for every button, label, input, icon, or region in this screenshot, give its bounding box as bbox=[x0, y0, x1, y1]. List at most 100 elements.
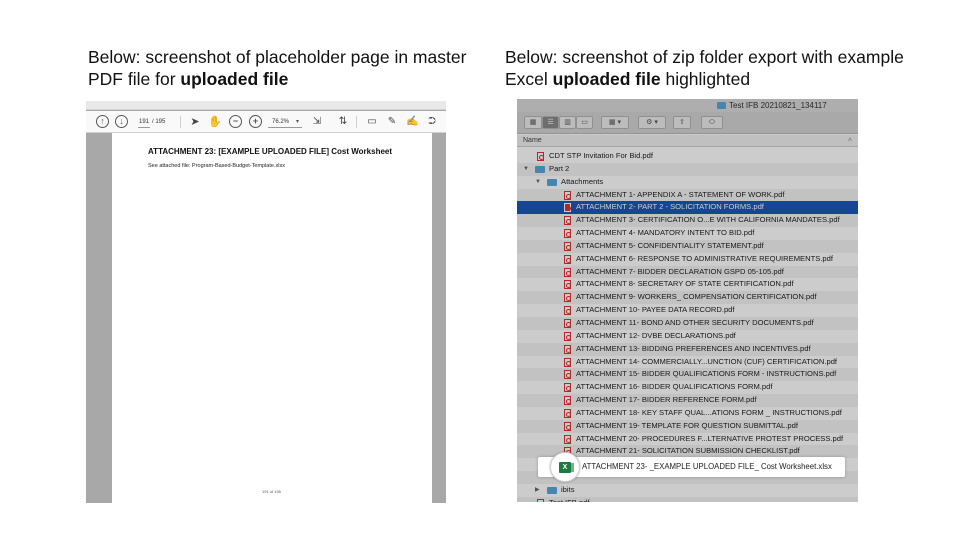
gear-icon[interactable]: ⚙ ▾ bbox=[638, 116, 666, 129]
row-label: ibits bbox=[561, 484, 575, 494]
pdf-file-icon bbox=[564, 293, 571, 303]
disclosure-expanded-icon[interactable]: ▼ bbox=[523, 163, 529, 176]
zoom-in-icon[interactable]: + bbox=[249, 115, 262, 128]
file-row[interactable]: ATTACHMENT 6- RESPONSE TO ADMINISTRATIVE… bbox=[517, 253, 858, 266]
row-label: ATTACHMENT 6- RESPONSE TO ADMINISTRATIVE… bbox=[576, 253, 833, 263]
file-row[interactable]: Test IFB.pdf bbox=[517, 496, 858, 502]
scroll-mode-icon[interactable]: ⇅ bbox=[336, 115, 350, 129]
chevron-up-icon: ˄ bbox=[847, 137, 852, 144]
group-button[interactable]: ▦ ▾ bbox=[601, 116, 629, 129]
pdf-file-icon bbox=[564, 396, 571, 406]
pdf-file-icon bbox=[564, 434, 571, 444]
pdf-file-icon bbox=[564, 408, 571, 418]
column-view-button[interactable]: ▥ bbox=[559, 116, 576, 129]
page-up-icon[interactable]: ↑ bbox=[96, 115, 109, 128]
row-label: ATTACHMENT 7- BIDDER DECLARATION GSPD 05… bbox=[576, 266, 784, 276]
comment-icon[interactable]: ▭ bbox=[366, 115, 378, 129]
toolbar-divider bbox=[356, 116, 357, 128]
page-number-input[interactable]: 191 bbox=[138, 117, 150, 128]
left-caption: Below: screenshot of placeholder page in… bbox=[88, 46, 468, 90]
hand-tool-icon[interactable]: ✋ bbox=[208, 115, 222, 129]
row-label: ATTACHMENT 13- BIDDING PREFERENCES AND I… bbox=[576, 343, 811, 353]
tag-icon[interactable]: ⬭ bbox=[701, 116, 723, 129]
pdf-page-footer: 191 of 195 bbox=[262, 489, 281, 494]
file-row[interactable]: ATTACHMENT 10- PAYEE DATA RECORD.pdf bbox=[517, 304, 858, 317]
highlighted-file-row[interactable]: ATTACHMENT 23- _EXAMPLE UPLOADED FILE_ C… bbox=[538, 457, 845, 477]
right-caption-bold: uploaded file bbox=[552, 69, 661, 89]
pdf-viewer: ↑ ↓ 191 / 195 ➤ ✋ − + 76.2% ▾ ⇲ ⇅ ▭ ✎ ✍ … bbox=[86, 101, 446, 503]
pdf-toolbar: ↑ ↓ 191 / 195 ➤ ✋ − + 76.2% ▾ ⇲ ⇅ ▭ ✎ ✍ … bbox=[86, 111, 446, 133]
pdf-file-icon bbox=[564, 318, 571, 328]
list-view-button[interactable]: ☰ bbox=[542, 116, 559, 129]
row-label: ATTACHMENT 5- CONFIDENTIALITY STATEMENT.… bbox=[576, 240, 764, 250]
file-row[interactable]: ATTACHMENT 18- KEY STAFF QUAL...ATIONS F… bbox=[517, 407, 858, 420]
file-row[interactable]: ATTACHMENT 12- DVBE DECLARATIONS.pdf bbox=[517, 330, 858, 343]
pdf-file-icon bbox=[564, 267, 571, 277]
page-down-icon[interactable]: ↓ bbox=[115, 115, 128, 128]
highlighted-file-label: ATTACHMENT 23- _EXAMPLE UPLOADED FILE_ C… bbox=[582, 462, 832, 471]
disclosure-expanded-icon[interactable]: ▼ bbox=[535, 176, 541, 189]
folder-icon bbox=[547, 486, 557, 494]
file-row[interactable]: ATTACHMENT 3- CERTIFICATION O...E WITH C… bbox=[517, 214, 858, 228]
file-row[interactable]: ATTACHMENT 5- CONFIDENTIALITY STATEMENT.… bbox=[517, 239, 858, 253]
folder-icon bbox=[535, 165, 545, 173]
row-label: ATTACHMENT 14- COMMERCIALLY...UNCTION (C… bbox=[576, 356, 838, 366]
pdf-file-icon bbox=[564, 344, 571, 354]
file-row[interactable]: ATTACHMENT 8- SECRETARY OF STATE CERTIFI… bbox=[517, 278, 858, 291]
zoom-out-icon[interactable]: − bbox=[229, 115, 242, 128]
folder-row[interactable]: ▼ Part 2 bbox=[517, 162, 858, 176]
folder-row[interactable]: ▼ Attachments bbox=[517, 176, 858, 189]
pdf-file-icon bbox=[537, 152, 544, 161]
disclosure-collapsed-icon[interactable]: ▶ bbox=[535, 484, 540, 497]
finder-title: Test IFB 20210821_134117 bbox=[729, 101, 827, 110]
row-label: ATTACHMENT 19- TEMPLATE FOR QUESTION SUB… bbox=[576, 420, 798, 430]
file-row[interactable]: ATTACHMENT 20- PROCEDURES F...LTERNATIVE… bbox=[517, 433, 858, 446]
row-label: ATTACHMENT 15- BIDDER QUALIFICATIONS FOR… bbox=[576, 369, 837, 379]
pdf-file-icon bbox=[564, 331, 571, 341]
folder-row[interactable]: ▶ ibits bbox=[517, 484, 858, 497]
folder-icon bbox=[717, 102, 726, 109]
pdf-page-body: See attached file: Program-Based-Budget-… bbox=[148, 163, 285, 169]
gallery-view-button[interactable]: ▭ bbox=[576, 116, 593, 129]
pdf-file-icon bbox=[564, 306, 571, 316]
pdf-file-icon bbox=[564, 190, 571, 200]
file-row[interactable]: ATTACHMENT 4- MANDATORY INTENT TO BID.pd… bbox=[517, 227, 858, 240]
file-row[interactable]: ATTACHMENT 11- BOND AND OTHER SECURITY D… bbox=[517, 316, 858, 330]
file-row[interactable]: ATTACHMENT 13- BIDDING PREFERENCES AND I… bbox=[517, 342, 858, 356]
column-header-name: Name bbox=[523, 137, 542, 144]
file-row[interactable]: ATTACHMENT 2- PART 2 - SOLICITATION FORM… bbox=[517, 201, 858, 215]
file-row[interactable]: CDT STP Invitation For Bid.pdf bbox=[517, 150, 858, 163]
right-caption: Below: screenshot of zip folder export w… bbox=[505, 46, 905, 90]
fit-page-icon[interactable]: ⇲ bbox=[310, 115, 324, 129]
finder-toolbar: ▦ ☰ ▥ ▭ ▦ ▾ ⚙ ▾ ⇧ ⬭ bbox=[517, 112, 858, 134]
share-icon[interactable]: ⮊ bbox=[426, 115, 438, 129]
excel-icon: X bbox=[559, 462, 571, 473]
file-row[interactable]: ATTACHMENT 9- WORKERS_ COMPENSATION CERT… bbox=[517, 291, 858, 305]
row-label: Attachments bbox=[561, 176, 604, 186]
pen-icon[interactable]: ✎ bbox=[386, 115, 398, 129]
chevron-down-icon: ▾ bbox=[296, 119, 300, 125]
toolbar-divider bbox=[180, 116, 181, 128]
share-icon[interactable]: ⇧ bbox=[673, 116, 691, 129]
row-label: Test IFB.pdf bbox=[549, 497, 590, 502]
file-row[interactable]: ATTACHMENT 7- BIDDER DECLARATION GSPD 05… bbox=[517, 265, 858, 279]
pdf-page: ATTACHMENT 23: [EXAMPLE UPLOADED FILE] C… bbox=[112, 133, 432, 503]
file-row[interactable]: ATTACHMENT 19- TEMPLATE FOR QUESTION SUB… bbox=[517, 419, 858, 433]
row-label: ATTACHMENT 4- MANDATORY INTENT TO BID.pd… bbox=[576, 228, 755, 238]
column-header[interactable]: Name ˄ bbox=[517, 135, 858, 147]
file-row[interactable]: ATTACHMENT 1- APPENDIX A - STATEMENT OF … bbox=[517, 188, 858, 202]
highlight-magnifier: X bbox=[550, 452, 580, 482]
finder-window: Test IFB 20210821_134117 ▦ ☰ ▥ ▭ ▦ ▾ ⚙ ▾… bbox=[517, 99, 858, 502]
row-label: ATTACHMENT 9- WORKERS_ COMPENSATION CERT… bbox=[576, 292, 817, 302]
row-label: ATTACHMENT 2- PART 2 - SOLICITATION FORM… bbox=[576, 202, 764, 212]
pdf-file-icon bbox=[564, 280, 571, 290]
icon-view-button[interactable]: ▦ bbox=[524, 116, 542, 129]
row-label: ATTACHMENT 17- BIDDER REFERENCE FORM.pdf bbox=[576, 395, 757, 405]
file-row[interactable]: ATTACHMENT 15- BIDDER QUALIFICATIONS FOR… bbox=[517, 368, 858, 382]
file-row[interactable]: ATTACHMENT 16- BIDDER QUALIFICATIONS FOR… bbox=[517, 381, 858, 394]
select-cursor-icon[interactable]: ➤ bbox=[190, 115, 200, 129]
file-row[interactable]: ATTACHMENT 17- BIDDER REFERENCE FORM.pdf bbox=[517, 394, 858, 407]
sign-icon[interactable]: ✍ bbox=[406, 115, 418, 129]
file-row[interactable]: ATTACHMENT 14- COMMERCIALLY...UNCTION (C… bbox=[517, 356, 858, 369]
row-label: ATTACHMENT 1- APPENDIX A - STATEMENT OF … bbox=[576, 189, 785, 199]
